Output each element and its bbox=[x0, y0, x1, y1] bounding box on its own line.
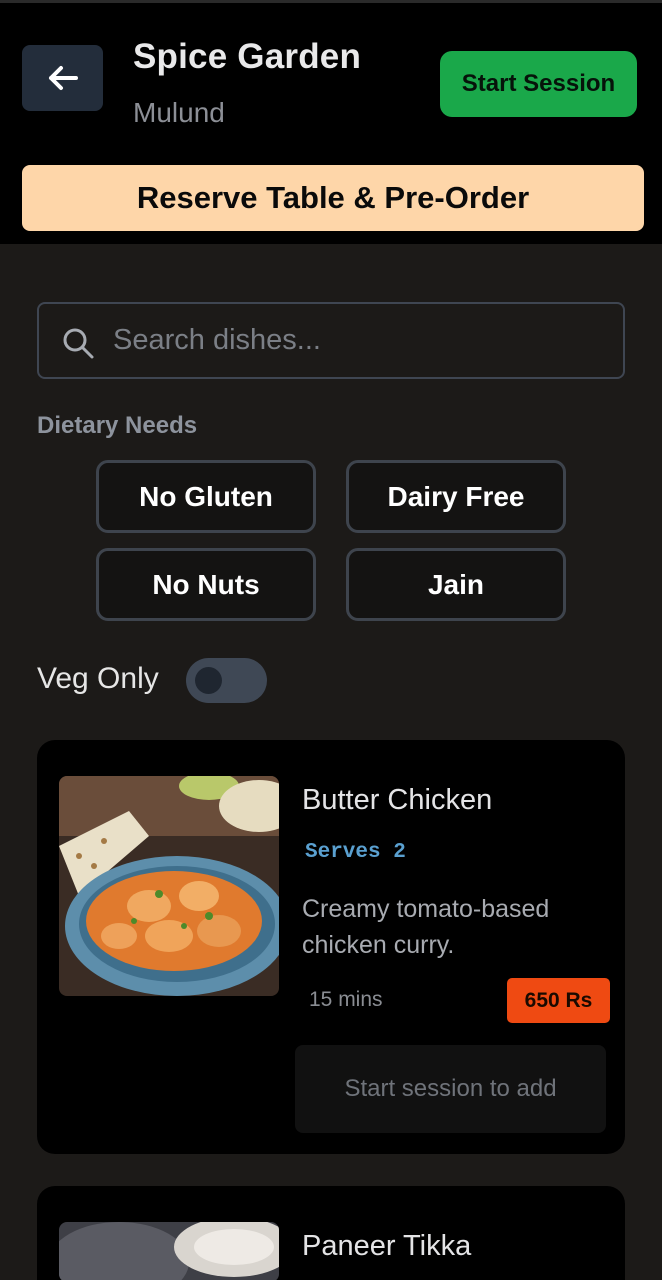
toggle-knob bbox=[195, 667, 222, 694]
restaurant-location: Mulund bbox=[133, 97, 225, 128]
paneer-tikka-photo bbox=[59, 1222, 279, 1280]
price-badge: 650 Rs bbox=[507, 978, 610, 1023]
arrow-left-icon bbox=[48, 66, 78, 90]
restaurant-name: Spice Garden bbox=[133, 37, 362, 76]
prep-time: 15 mins bbox=[309, 988, 383, 1011]
dish-name: Butter Chicken bbox=[302, 784, 493, 816]
search-box[interactable] bbox=[37, 302, 625, 379]
app-header: Spice Garden Mulund Start Session Reserv… bbox=[0, 0, 662, 244]
butter-chicken-photo bbox=[59, 776, 279, 996]
serves-label: Serves 2 bbox=[305, 841, 406, 864]
dish-description: Creamy tomato-based chicken curry. bbox=[302, 895, 550, 959]
dish-card: Paneer Tikka bbox=[37, 1186, 625, 1280]
veg-only-toggle[interactable] bbox=[186, 658, 267, 703]
dish-image bbox=[59, 1222, 279, 1280]
filter-chip-no-gluten[interactable]: No Gluten bbox=[96, 460, 316, 533]
add-to-order-button[interactable]: Start session to add bbox=[295, 1045, 606, 1133]
dish-card: Butter Chicken Serves 2 Creamy tomato-ba… bbox=[37, 740, 625, 1154]
filter-chip-jain[interactable]: Jain bbox=[346, 548, 566, 621]
veg-only-label: Veg Only bbox=[37, 662, 159, 695]
start-session-button[interactable]: Start Session bbox=[440, 51, 637, 117]
back-button[interactable] bbox=[22, 45, 103, 111]
dish-name: Paneer Tikka bbox=[302, 1230, 472, 1262]
search-input[interactable] bbox=[113, 304, 613, 377]
dietary-needs-label: Dietary Needs bbox=[37, 412, 198, 439]
dish-image bbox=[59, 776, 279, 996]
reserve-table-button[interactable]: Reserve Table & Pre-Order bbox=[22, 165, 644, 231]
filter-chip-dairy-free[interactable]: Dairy Free bbox=[346, 460, 566, 533]
filter-chip-no-nuts[interactable]: No Nuts bbox=[96, 548, 316, 621]
search-icon bbox=[63, 328, 94, 359]
